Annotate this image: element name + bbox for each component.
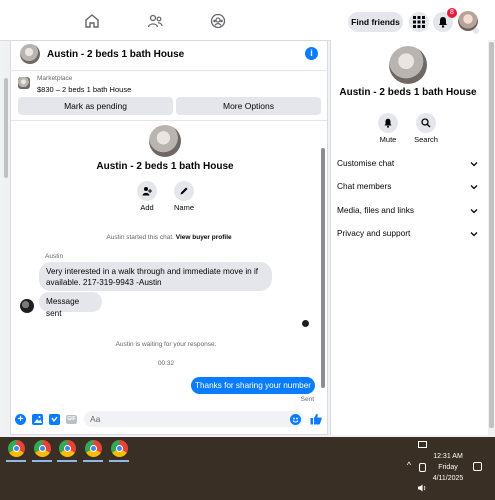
message-timestamp: 00:32 (157, 360, 175, 367)
add-label: Add (140, 203, 154, 212)
sent-status: Sent (300, 396, 314, 403)
page-scrollbar-thumb[interactable] (4, 78, 8, 178)
emoji-icon[interactable] (290, 414, 301, 425)
listing-price-title[interactable]: $830 – 2 beds 1 bath House (37, 85, 131, 94)
listing-thumbnail[interactable] (20, 44, 40, 64)
customise-chat-row[interactable]: Customise chat (337, 158, 482, 172)
running-indicator (109, 460, 129, 462)
section-label: Privacy and support (337, 228, 411, 238)
divider (11, 120, 327, 121)
chat-title[interactable]: Austin - 2 beds 1 bath House (47, 49, 184, 60)
name-label: Name (173, 203, 194, 212)
device-icon[interactable] (419, 463, 426, 472)
name-button[interactable] (174, 181, 194, 201)
read-receipt-avatar (302, 320, 309, 327)
show-hidden-icons-chevron-icon[interactable]: ^ (404, 460, 414, 470)
add-person-icon (142, 187, 152, 196)
chrome-icon[interactable] (34, 440, 51, 457)
more-options-button[interactable]: More Options (176, 97, 321, 115)
chat-members-row[interactable]: Chat members (337, 181, 482, 195)
clock-time[interactable]: 12:31 AM (430, 453, 466, 460)
account-chevron-icon[interactable] (473, 28, 479, 34)
search-label: Search (414, 135, 438, 144)
network-icon[interactable] (418, 441, 427, 448)
home-icon[interactable] (84, 13, 100, 29)
media-files-links-row[interactable]: Media, files and links (337, 205, 482, 219)
mark-as-pending-button[interactable]: Mark as pending (18, 97, 173, 115)
like-thumb-icon[interactable] (310, 413, 322, 425)
search-button[interactable] (416, 113, 436, 133)
groups-icon[interactable] (210, 13, 226, 29)
chevron-down-icon (470, 162, 478, 167)
listing-image[interactable] (18, 77, 30, 89)
search-icon (421, 118, 431, 128)
gallery-icon[interactable] (32, 414, 43, 425)
section-label: Media, files and links (337, 205, 415, 215)
clock-date[interactable]: 4/11/2025 (430, 475, 466, 482)
add-button[interactable] (137, 181, 157, 201)
plus-icon[interactable]: + (15, 414, 26, 425)
incoming-message-bubble[interactable]: Very interested in a walk through and im… (39, 262, 272, 291)
listing-profile-photo[interactable] (149, 125, 181, 157)
chat-started-text: Austin started this chat. (106, 234, 174, 241)
find-friends-button[interactable]: Find friends (348, 12, 403, 32)
running-indicator (83, 460, 103, 462)
conversation-title: Austin - 2 beds 1 bath House (96, 161, 234, 172)
bell-icon (384, 118, 392, 128)
chrome-icon[interactable] (8, 440, 25, 457)
gif-icon[interactable]: GIF (66, 415, 77, 424)
privacy-support-row[interactable]: Privacy and support (337, 228, 482, 242)
mute-label: Mute (379, 135, 397, 144)
conversation-scrollbar-thumb[interactable] (321, 148, 325, 388)
waiting-notice: Austin is waiting for your response. (115, 341, 217, 348)
window-scrollbar-thumb[interactable] (489, 42, 494, 428)
details-title: Austin - 2 beds 1 bath House (339, 87, 477, 98)
sender-avatar[interactable] (20, 299, 34, 313)
sticker-icon[interactable] (49, 414, 60, 425)
section-label: Customise chat (337, 158, 395, 168)
section-label: Chat members (337, 181, 392, 191)
marketplace-label: Marketplace (37, 75, 73, 82)
message-input[interactable]: Aa (84, 411, 304, 427)
bell-icon (439, 17, 447, 28)
view-buyer-profile-link[interactable]: View buyer profile (176, 234, 232, 241)
grid-icon (413, 16, 425, 28)
chrome-icon[interactable] (111, 440, 128, 457)
chrome-icon[interactable] (59, 440, 76, 457)
incoming-message-bubble[interactable]: Message sent (39, 292, 102, 318)
sender-name: Austin (45, 253, 64, 260)
mute-button[interactable] (378, 113, 398, 133)
friends-icon[interactable] (147, 13, 163, 29)
info-icon[interactable]: i (305, 47, 318, 60)
notification-center-icon[interactable] (473, 462, 482, 471)
volume-icon[interactable] (418, 484, 427, 492)
chevron-down-icon (470, 185, 478, 190)
running-indicator (6, 460, 26, 462)
chrome-icon[interactable] (85, 440, 102, 457)
chevron-down-icon (470, 232, 478, 237)
running-indicator (57, 460, 77, 462)
running-indicator (32, 460, 52, 462)
outgoing-message-bubble[interactable]: Thanks for sharing your number (191, 377, 315, 394)
chevron-down-icon (470, 209, 478, 214)
message-input-placeholder: Aa (90, 414, 101, 424)
details-listing-photo[interactable] (389, 46, 427, 84)
clock-day[interactable]: Friday (430, 464, 466, 471)
pencil-icon (180, 187, 188, 195)
menu-grid-button[interactable] (409, 12, 429, 32)
chat-started-notice: Austin started this chat. View buyer pro… (60, 234, 278, 241)
notification-badge: 8 (447, 8, 457, 18)
